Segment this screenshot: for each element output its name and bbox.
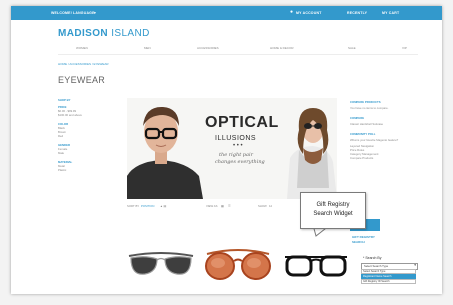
banner-subtitle: ILLUSIONS xyxy=(215,135,257,142)
sort-select[interactable]: POSITION xyxy=(141,204,154,208)
gift-registry-callout: Gift Registry Search Widget xyxy=(300,192,366,229)
account-link[interactable]: MY ACCOUNT xyxy=(296,11,322,15)
user-icon: ● xyxy=(290,9,294,15)
view-label: VIEW AS xyxy=(206,204,218,208)
filter-item[interactable]: Male xyxy=(58,151,64,155)
logo-part1: MADISON xyxy=(58,28,109,39)
sort-label: SORT BY xyxy=(127,204,140,208)
nav-item-sale[interactable]: SALE xyxy=(348,46,356,50)
banner-title: OPTICAL xyxy=(205,114,279,131)
poll-option[interactable]: Compare Products xyxy=(350,156,373,160)
recent-link[interactable]: RECENTLY xyxy=(347,11,367,15)
gift-registry-heading: GIFT REGISTRY xyxy=(352,235,375,239)
language-selector[interactable]: LANGUAGE xyxy=(73,11,95,15)
nav-item-men[interactable]: MEN xyxy=(144,46,151,50)
logo-part2: ISLAND xyxy=(111,28,150,39)
category-banner[interactable]: OPTICAL ILLUSIONS • • • the right pair c… xyxy=(127,98,337,199)
chevron-down-icon[interactable]: ▾ xyxy=(414,263,416,267)
compare-heading: COMPARE PRODUCTS xyxy=(350,100,381,104)
search-by-label: * Search By xyxy=(363,256,382,260)
cart-link[interactable]: MY CART xyxy=(382,11,399,15)
callout-line-2: Search Widget xyxy=(313,211,353,217)
callout-line-1: Gift Registry xyxy=(316,202,350,208)
logo[interactable]: MADISON ISLAND xyxy=(58,28,150,39)
nav-item-vip[interactable]: VIP xyxy=(402,46,407,50)
filter-item[interactable]: Red xyxy=(58,134,63,138)
nav-divider xyxy=(58,54,418,55)
product-round-sunglasses[interactable] xyxy=(203,244,273,284)
browser-frame: WELCOME! LANGUAGE ▾ ● MY ACCOUNT RECENTL… xyxy=(11,6,442,294)
nav-item-women[interactable]: WOMEN xyxy=(76,46,88,50)
show-label: SHOW xyxy=(258,204,267,208)
grid-view-icon[interactable]: ▦ xyxy=(221,204,224,208)
compare-item[interactable]: Classic Hardshell Suitcase xyxy=(350,122,383,126)
banner-dots: • • • xyxy=(233,143,243,149)
search-type-option[interactable]: Gift Registry ID Search xyxy=(361,279,416,284)
poll-question: What is your favorite Magento feature? xyxy=(350,138,399,142)
top-bar: WELCOME! LANGUAGE ▾ ● MY ACCOUNT RECENTL… xyxy=(11,6,442,20)
nav-item-home-decor[interactable]: HOME & DECOR xyxy=(270,46,294,50)
layered-nav-heading: SHOP BY xyxy=(58,98,71,102)
community-heading: COMMUNITY POLL xyxy=(350,132,376,136)
gift-registry-heading-2: SEARCH xyxy=(352,240,365,244)
banner-tagline-2: changes everything xyxy=(215,159,265,165)
page-title: EYEWEAR xyxy=(58,75,106,85)
main-nav: WOMEN MEN ACCESSORIES HOME & DECOR SALE … xyxy=(58,46,418,54)
list-view-icon[interactable]: ☰ xyxy=(228,204,231,208)
product-eyeglasses[interactable] xyxy=(283,249,349,281)
man-figure xyxy=(127,106,203,199)
compare-heading-2: COMPARE xyxy=(350,116,365,120)
welcome-text: WELCOME! xyxy=(51,11,73,15)
search-type-selected: Select Search Type xyxy=(364,264,389,268)
nav-item-accessories[interactable]: ACCESSORIES xyxy=(197,46,219,50)
language-caret-icon[interactable]: ▾ xyxy=(94,11,96,15)
compare-empty-text: You have no items to compare. xyxy=(350,106,389,110)
filter-item[interactable]: Plastic xyxy=(58,168,66,172)
banner-tagline-1: the right pair xyxy=(219,152,253,158)
filter-item[interactable]: $100.00 and above xyxy=(58,113,82,117)
woman-figure xyxy=(287,108,337,199)
product-aviator-sunglasses[interactable] xyxy=(127,246,195,282)
show-select[interactable]: 12 xyxy=(269,204,272,208)
sort-direction-icon[interactable]: ▲ ▤ xyxy=(160,204,166,208)
breadcrumb[interactable]: HOME / ACCESSORIES / EYEWEAR xyxy=(58,62,109,66)
